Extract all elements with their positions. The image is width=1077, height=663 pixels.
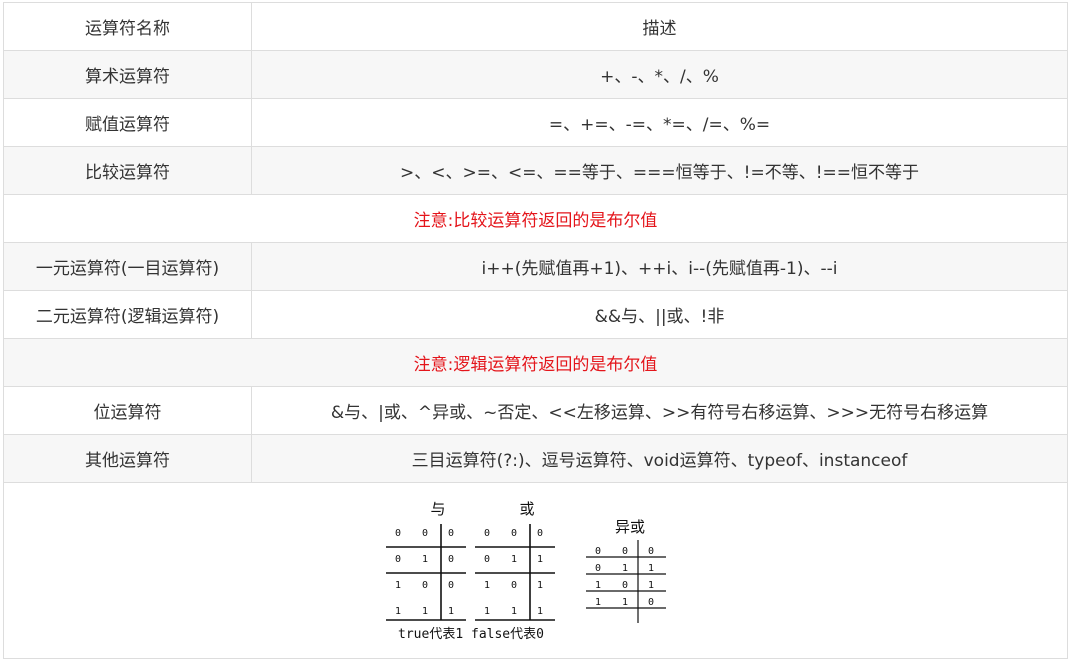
- operator-name: 赋值运算符: [3, 98, 252, 147]
- operator-desc: >、<、>=、<=、==等于、===恒等于、!=不等、!==恒不等于: [251, 146, 1068, 195]
- table-row-note: 注意:比较运算符返回的是布尔值: [3, 194, 1068, 243]
- or-cell: 0: [483, 528, 489, 539]
- and-title: 与: [430, 500, 445, 518]
- operators-table: 运算符名称 描述 算术运算符 +、-、*、/、% 赋值运算符 =、+=、-=、*…: [3, 2, 1068, 659]
- and-cell: 1: [421, 606, 427, 617]
- or-cell: 1: [510, 606, 516, 617]
- operator-name: 其他运算符: [3, 434, 252, 483]
- note-text: 注意:比较运算符返回的是布尔值: [3, 194, 1068, 243]
- operator-desc: &&与、||或、!非: [251, 290, 1068, 339]
- xor-title: 异或: [614, 518, 644, 536]
- table-row-note: 注意:逻辑运算符返回的是布尔值: [3, 338, 1068, 387]
- operator-desc: 三目运算符(?:)、逗号运算符、void运算符、typeof、instanceo…: [251, 434, 1068, 483]
- truth-table-figure: 与 0 0 0 0 1 0 1 0 0 1 1 1 或 0 0 0 0 1 1 1 0 1 1 1 1 异或 0 0 0 0 1 1 1 0 1 1 1 0…: [385, 488, 686, 653]
- xor-cell: 0: [594, 546, 600, 557]
- or-cell: 0: [483, 554, 489, 565]
- or-cell: 1: [536, 554, 542, 565]
- note-text: 注意:逻辑运算符返回的是布尔值: [3, 338, 1068, 387]
- xor-cell: 0: [647, 546, 653, 557]
- operator-name: 算术运算符: [3, 50, 252, 99]
- or-title: 或: [519, 500, 534, 518]
- xor-cell: 0: [621, 546, 627, 557]
- xor-cell: 0: [621, 580, 627, 591]
- operator-name: 位运算符: [3, 386, 252, 435]
- header-name: 运算符名称: [3, 2, 252, 51]
- or-cell: 1: [483, 580, 489, 591]
- xor-cell: 1: [647, 563, 653, 574]
- or-cell: 1: [483, 606, 489, 617]
- table-row: 二元运算符(逻辑运算符) &&与、||或、!非: [3, 290, 1068, 339]
- truth-table-figure-cell: 与 0 0 0 0 1 0 1 0 0 1 1 1 或 0 0 0 0 1 1 1 0 1 1 1 1 异或 0 0 0 0 1 1 1 0 1 1 1 0…: [3, 482, 1068, 659]
- and-cell: 1: [394, 580, 400, 591]
- xor-cell: 1: [647, 580, 653, 591]
- operator-desc: +、-、*、/、%: [251, 50, 1068, 99]
- and-cell: 0: [447, 580, 453, 591]
- figure-caption: true代表1 false代表0: [398, 627, 544, 642]
- table-row: 其他运算符 三目运算符(?:)、逗号运算符、void运算符、typeof、ins…: [3, 434, 1068, 483]
- xor-cell: 1: [594, 597, 600, 608]
- table-header-row: 运算符名称 描述: [3, 2, 1068, 51]
- and-cell: 0: [421, 528, 427, 539]
- operator-name: 二元运算符(逻辑运算符): [3, 290, 252, 339]
- table-row: 算术运算符 +、-、*、/、%: [3, 50, 1068, 99]
- and-cell: 0: [394, 554, 400, 565]
- and-cell: 1: [447, 606, 453, 617]
- table-row: 赋值运算符 =、+=、-=、*=、/=、%=: [3, 98, 1068, 147]
- table-row: 一元运算符(一目运算符) i++(先赋值再+1)、++i、i--(先赋值再-1)…: [3, 242, 1068, 291]
- xor-cell: 1: [621, 597, 627, 608]
- and-cell: 0: [394, 528, 400, 539]
- or-cell: 0: [510, 528, 516, 539]
- xor-cell: 0: [647, 597, 653, 608]
- and-cell: 1: [421, 554, 427, 565]
- header-desc: 描述: [251, 2, 1068, 51]
- and-cell: 0: [447, 528, 453, 539]
- operator-desc: &与、|或、^异或、~否定、<<左移运算、>>有符号右移运算、>>>无符号右移运…: [251, 386, 1068, 435]
- operator-name: 一元运算符(一目运算符): [3, 242, 252, 291]
- truth-tables-svg: 与0 0 00 1 01 0 01 1 1或0 0 00 1 11 0 11 1 1异或0 0 00 1 11 0 11 1 0…: [385, 500, 666, 642]
- operator-desc: =、+=、-=、*=、/=、%=: [251, 98, 1068, 147]
- or-cell: 1: [536, 606, 542, 617]
- or-cell: 0: [510, 580, 516, 591]
- table-row-figure: 与 0 0 0 0 1 0 1 0 0 1 1 1 或 0 0 0 0 1 1 1 0 1 1 1 1 异或 0 0 0 0 1 1 1 0 1 1 1 0…: [3, 482, 1068, 659]
- and-cell: 0: [447, 554, 453, 565]
- operator-name: 比较运算符: [3, 146, 252, 195]
- table-row: 位运算符 &与、|或、^异或、~否定、<<左移运算、>>有符号右移运算、>>>无…: [3, 386, 1068, 435]
- operator-desc: i++(先赋值再+1)、++i、i--(先赋值再-1)、--i: [251, 242, 1068, 291]
- table-row: 比较运算符 >、<、>=、<=、==等于、===恒等于、!=不等、!==恒不等于: [3, 146, 1068, 195]
- xor-cell: 1: [594, 580, 600, 591]
- and-cell: 0: [421, 580, 427, 591]
- or-cell: 1: [510, 554, 516, 565]
- and-cell: 1: [394, 606, 400, 617]
- xor-cell: 0: [594, 563, 600, 574]
- xor-cell: 1: [621, 563, 627, 574]
- or-cell: 0: [536, 528, 542, 539]
- or-cell: 1: [536, 580, 542, 591]
